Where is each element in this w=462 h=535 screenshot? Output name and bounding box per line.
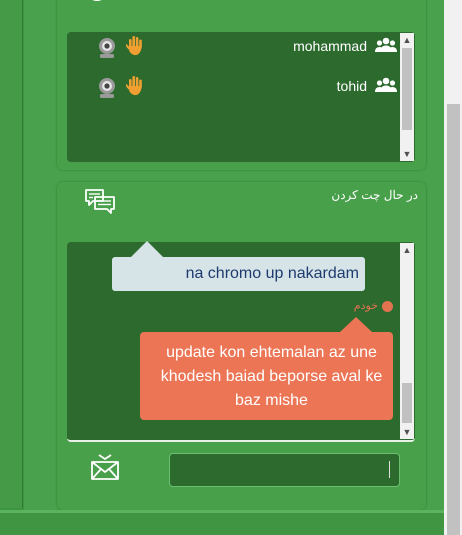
- group-users-icon: [375, 37, 397, 52]
- scroll-down-icon[interactable]: ▼: [400, 147, 414, 161]
- user-name: tohid: [336, 78, 367, 94]
- scroll-down-icon[interactable]: ▼: [400, 425, 414, 439]
- chat-scrollbar[interactable]: ▲ ▼: [400, 243, 414, 439]
- outgoing-message: update kon ehtemalan az une khodesh baia…: [140, 332, 393, 420]
- incoming-message: na chromo up nakardam: [112, 257, 365, 291]
- user-list-scrollbar[interactable]: ▲ ▼: [400, 33, 414, 161]
- sender-status-dot: [382, 301, 393, 312]
- user-list: mohammad tohid: [67, 32, 415, 162]
- chat-bubbles-icon: [85, 189, 115, 214]
- group-users-icon: [375, 77, 397, 92]
- chat-title: در حال چت کردن: [331, 188, 418, 202]
- webcam-icon[interactable]: [96, 77, 118, 99]
- scrollbar-thumb[interactable]: [402, 383, 412, 423]
- sender-label: خودم: [353, 300, 378, 312]
- send-envelope-icon[interactable]: [89, 453, 121, 481]
- scroll-up-icon[interactable]: ▲: [400, 243, 414, 257]
- group-users-icon-partial: [92, 0, 102, 1]
- raise-hand-icon[interactable]: [125, 75, 145, 97]
- user-name: mohammad: [293, 38, 367, 54]
- bottom-bar: [0, 510, 444, 535]
- page-scrollbar-thumb[interactable]: [447, 104, 460, 535]
- left-panel-inner: [0, 0, 23, 508]
- text-caret: [389, 461, 390, 478]
- raise-hand-icon[interactable]: [125, 35, 145, 57]
- chat-message-input[interactable]: [169, 453, 400, 487]
- incoming-bubble-tail: [131, 241, 163, 257]
- scrollbar-thumb[interactable]: [402, 48, 412, 130]
- left-panel-edge: [0, 0, 24, 510]
- user-row[interactable]: tohid: [67, 75, 397, 99]
- user-row[interactable]: mohammad: [67, 35, 397, 59]
- scroll-up-icon[interactable]: ▲: [400, 33, 414, 47]
- webcam-icon[interactable]: [96, 37, 118, 59]
- outgoing-bubble-tail: [340, 317, 372, 332]
